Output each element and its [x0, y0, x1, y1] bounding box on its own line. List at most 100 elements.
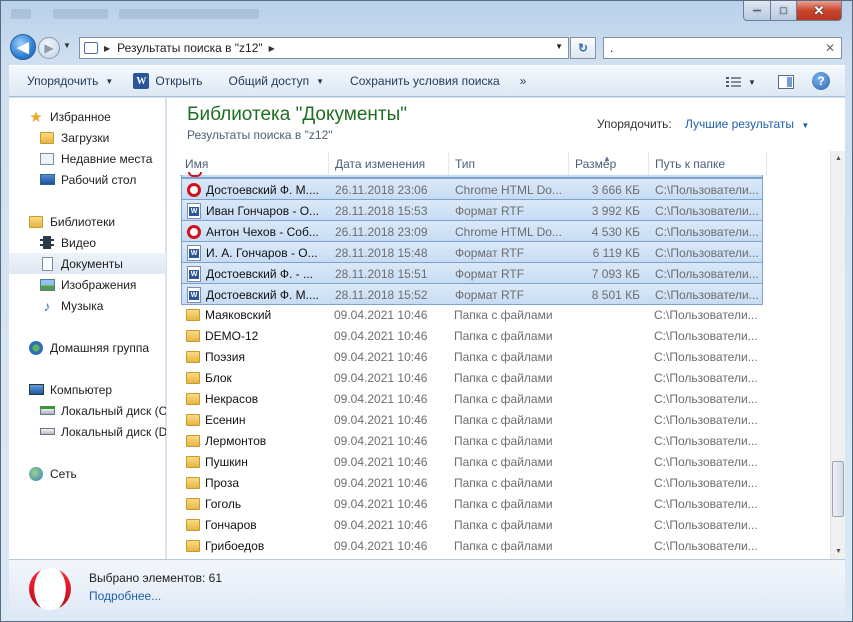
address-bar[interactable]: ▶ Результаты поиска в "z12" ▶ ▼ [79, 37, 569, 59]
sidebar-item-video[interactable]: Видео [9, 232, 166, 253]
sidebar-item-network[interactable]: Сеть [9, 463, 166, 484]
command-bar: Упорядочить ▼ W Открыть Общий доступ ▼ С… [9, 65, 845, 97]
refresh-button[interactable]: ↻ [570, 37, 596, 59]
address-dropdown-icon[interactable]: ▼ [555, 42, 563, 51]
file-row[interactable]: Антон Чехов - Соб... 26.11.2018 23:09 Chro… [181, 220, 763, 242]
opera-icon [186, 182, 202, 198]
preview-pane-icon[interactable] [775, 71, 797, 93]
file-name: Гоголь [205, 496, 242, 511]
column-header-row: Имя Дата изменения Тип Размер ▲ Путь к п… [179, 152, 767, 176]
file-name: Иван Гончаров - О... [206, 203, 320, 218]
sidebar-item-libraries[interactable]: Библиотеки [9, 211, 166, 232]
column-header-type[interactable]: Тип [449, 152, 569, 176]
column-header-path[interactable]: Путь к папке [649, 152, 767, 176]
file-row[interactable]: Блок 09.04.2021 10:46 Папка с файлами C:\По… [181, 367, 763, 388]
sidebar-item-homegroup[interactable]: Домашняя группа [9, 337, 166, 358]
folder-icon [185, 496, 201, 512]
file-row[interactable]: Поэзия 09.04.2021 10:46 Папка с файлами C:\… [181, 346, 763, 367]
folder-icon [185, 475, 201, 491]
sidebar-item-music[interactable]: ♪ Музыка [9, 295, 166, 316]
file-row[interactable]: W Достоевский Ф. - ... 28.11.2018 15:51 Фор… [181, 262, 763, 284]
file-name-cell: Грибоедов [185, 535, 323, 556]
folder-icon [185, 328, 201, 344]
file-type: Папка с файлами [454, 433, 553, 448]
file-row[interactable]: Некрасов 09.04.2021 10:46 Папка с файлами C… [181, 388, 763, 409]
file-row[interactable]: Есенин 09.04.2021 10:46 Папка с файлами C:\… [181, 409, 763, 430]
sidebar-item-favorites[interactable]: ★ Избранное [9, 106, 166, 127]
sidebar-item-label: Избранное [50, 109, 111, 124]
column-header-date[interactable]: Дата изменения [329, 152, 449, 176]
minimize-button[interactable]: ─ [743, 1, 771, 21]
close-button[interactable]: ✕ [796, 1, 842, 21]
rtf-document-icon: W [186, 265, 202, 282]
maximize-button[interactable]: □ [770, 1, 797, 21]
change-view-icon[interactable] [723, 71, 745, 93]
scrollbar-thumb[interactable] [832, 461, 844, 517]
sidebar-item-documents[interactable]: Документы [9, 253, 166, 274]
sidebar-item-label: Локальный диск (C [61, 403, 166, 418]
save-search-button[interactable]: Сохранить условия поиска [342, 69, 508, 93]
file-size: 3 992 КБ [591, 203, 640, 218]
file-name-cell: W Иван Гончаров - О... [186, 200, 324, 221]
file-row[interactable]: Лермонтов 09.04.2021 10:46 Папка с файлами… [181, 430, 763, 451]
search-input[interactable]: . [610, 41, 613, 55]
breadcrumb-arrow-icon[interactable]: ▶ [269, 44, 275, 53]
share-button[interactable]: Общий доступ ▼ [220, 69, 332, 93]
file-date: 09.04.2021 10:46 [334, 391, 428, 406]
scroll-up-icon[interactable]: ▲ [831, 151, 846, 166]
sidebar-item-downloads[interactable]: Загрузки [9, 127, 166, 148]
sidebar-item-images[interactable]: Изображения [9, 274, 166, 295]
sidebar-item-desktop[interactable]: Рабочий стол [9, 169, 166, 190]
folder-icon [185, 391, 201, 407]
view-options-chevron-icon[interactable]: ▼ [745, 71, 759, 93]
file-row[interactable]: Маяковский 09.04.2021 10:46 Папка с файлам… [181, 304, 763, 325]
file-path: C:\Пользователи... [655, 224, 759, 239]
file-row[interactable]: Гончаров 09.04.2021 10:46 Папка с файлами C… [181, 514, 763, 535]
clear-search-icon[interactable]: ✕ [825, 41, 835, 55]
sort-ascending-icon: ▲ [603, 154, 611, 163]
file-name-cell: Достоевский Ф. М.... [186, 179, 324, 200]
sidebar-item-label: Локальный диск (D [61, 424, 166, 439]
file-row[interactable]: Достоевский Ф. М.... 26.11.2018 23:06 Chro… [181, 178, 763, 200]
organize-button[interactable]: Упорядочить ▼ [9, 69, 121, 93]
file-row[interactable]: Гоголь 09.04.2021 10:46 Папка с файлами C:\… [181, 493, 763, 514]
file-row[interactable]: W Иван Гончаров - О... 28.11.2018 15:53 Фор… [181, 199, 763, 221]
file-row[interactable]: Грибоедов 09.04.2021 10:46 Папка с файлами… [181, 535, 763, 556]
vertical-scrollbar[interactable]: ▲ ▼ [830, 151, 845, 559]
file-path: C:\Пользователи... [655, 182, 759, 197]
file-date: 28.11.2018 15:53 [335, 203, 428, 218]
help-icon[interactable]: ? [811, 70, 831, 92]
forward-button[interactable]: ▶ [38, 37, 60, 59]
more-commands-button[interactable]: » [512, 69, 535, 93]
share-label: Общий доступ [228, 74, 310, 88]
file-size [571, 430, 639, 451]
search-box[interactable]: . ✕ [603, 37, 842, 59]
file-path: C:\Пользователи... [654, 412, 758, 427]
file-path: C:\Пользователи... [655, 266, 759, 281]
file-size: 8 501 КБ [591, 287, 640, 302]
file-row[interactable]: W Достоевский Ф. М.... 28.11.2018 15:52 Фор… [181, 283, 763, 305]
file-row[interactable]: DEMO-12 09.04.2021 10:46 Папка с файлами C:… [181, 325, 763, 346]
sidebar-item-disk-d[interactable]: Локальный диск (D [9, 421, 166, 442]
file-name: Некрасов [205, 391, 259, 406]
title-bar[interactable]: ─ □ ✕ [1, 1, 853, 31]
network-icon [28, 466, 44, 482]
open-button[interactable]: W Открыть [125, 69, 210, 93]
scroll-down-icon[interactable]: ▼ [831, 544, 846, 559]
star-icon: ★ [29, 108, 43, 126]
file-size: 4 530 КБ [591, 224, 640, 239]
recent-pages-chevron-icon[interactable]: ▼ [63, 41, 71, 50]
sidebar-item-disk-c[interactable]: Локальный диск (C [9, 400, 166, 421]
file-row[interactable]: Пушкин 09.04.2021 10:46 Папка с файлами C:\… [181, 451, 763, 472]
ghost-title-fragment [119, 9, 259, 19]
back-button[interactable]: ◀ [10, 34, 36, 60]
file-date: 09.04.2021 10:46 [334, 454, 428, 469]
sort-dropdown[interactable]: Лучшие результаты ▼ [685, 117, 809, 131]
more-details-link[interactable]: Подробнее... [89, 589, 161, 603]
sidebar-item-recent[interactable]: Недавние места [9, 148, 166, 169]
sidebar-item-computer[interactable]: Компьютер [9, 379, 166, 400]
breadcrumb-arrow-icon[interactable]: ▶ [104, 44, 110, 53]
file-row[interactable]: W И. А. Гончаров - О... 28.11.2018 15:48 Фо… [181, 241, 763, 263]
downloads-folder-icon [39, 130, 55, 146]
file-row[interactable]: Проза 09.04.2021 10:46 Папка с файлами C:\П… [181, 472, 763, 493]
